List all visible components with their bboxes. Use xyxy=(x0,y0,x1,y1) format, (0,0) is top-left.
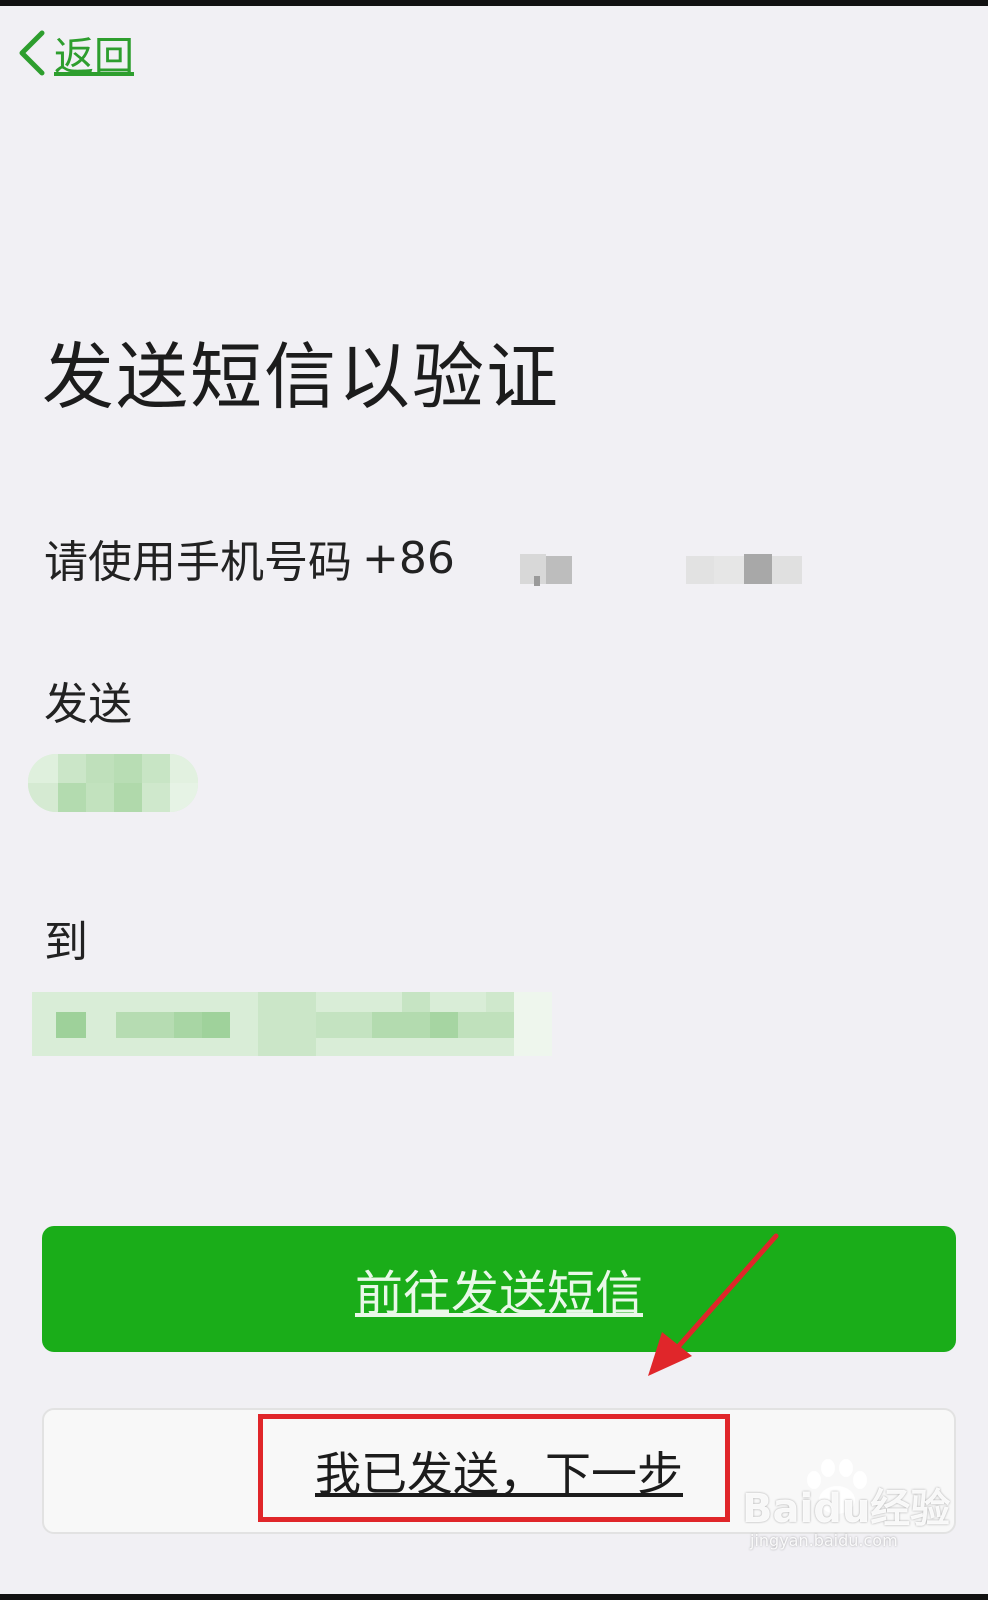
back-label: 返回 xyxy=(54,34,134,80)
sent-next-label: 我已发送，下一步 xyxy=(315,1447,683,1501)
phone-number-mosaic xyxy=(506,554,806,588)
page-title: 发送短信以验证 xyxy=(42,335,561,419)
destination-number-mosaic xyxy=(32,992,552,1056)
instruction-text: 请使用手机号码 xyxy=(44,537,352,588)
watermark-url: jingyan.baidu.com xyxy=(750,1531,898,1550)
watermark-brand: Baidu经验 xyxy=(742,1486,951,1532)
go-send-sms-label: 前往发送短信 xyxy=(354,1266,643,1322)
phone-instruction: 请使用手机号码 +86 xyxy=(44,526,455,590)
send-label: 发送 xyxy=(44,679,132,730)
country-code: +86 xyxy=(362,532,455,584)
back-button[interactable]: 返回 xyxy=(16,24,134,82)
to-label: 到 xyxy=(44,917,88,968)
sms-code-mosaic xyxy=(28,754,198,812)
go-send-sms-button[interactable]: 前往发送短信 xyxy=(42,1226,956,1352)
sms-verification-screen: 返回 发送短信以验证 请使用手机号码 +86 发送 到 前往发送短信 我已发送，… xyxy=(0,6,988,1594)
chevron-left-icon xyxy=(19,30,45,76)
